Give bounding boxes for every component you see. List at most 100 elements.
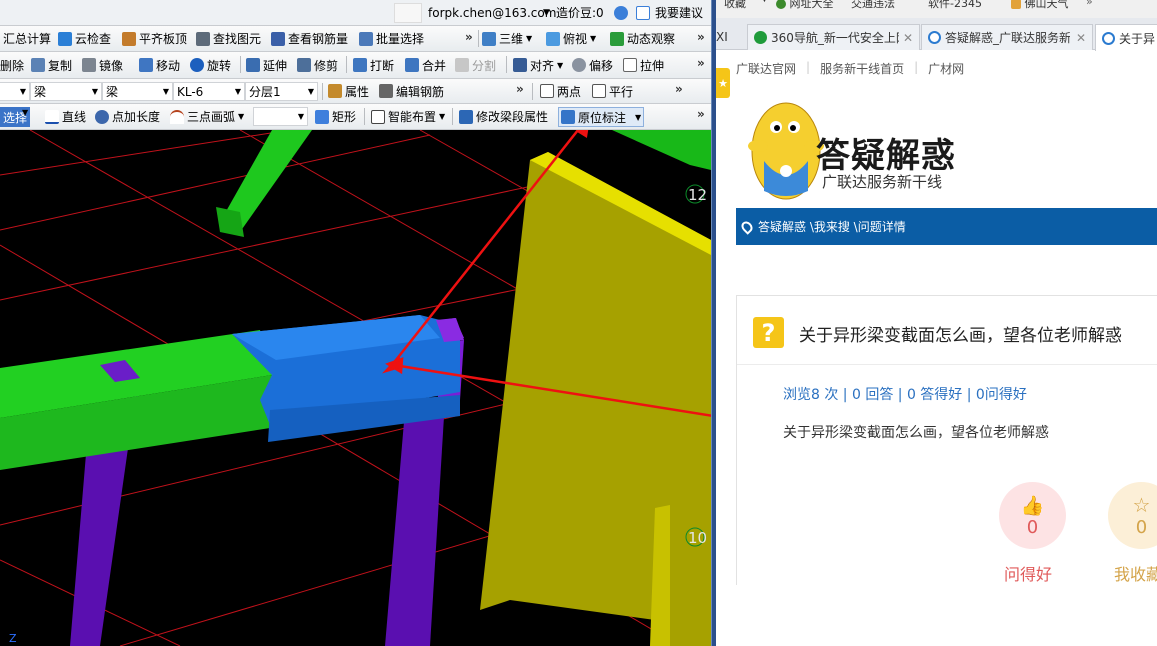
copy-button[interactable]: 复制 — [31, 52, 72, 78]
merge-icon — [405, 58, 419, 72]
tab-360-nav[interactable]: 360导航_新一代安全上网 ✕ — [747, 24, 920, 50]
tab-qa-service[interactable]: 答疑解惑_广联达服务新干 ✕ — [921, 24, 1093, 50]
view-rebar-button[interactable]: 查看钢筋量 — [271, 26, 348, 51]
3d-view-dropdown[interactable]: 三维 ▼ — [482, 26, 532, 51]
360-icon — [754, 31, 767, 44]
find-element-button[interactable]: 查找图元 — [196, 26, 261, 51]
merge-button[interactable]: 合并 — [405, 52, 446, 78]
stretch-button[interactable]: 拉伸 — [623, 52, 664, 78]
dynamic-observe-button[interactable]: 动态观察 — [610, 26, 675, 51]
question-stats: 浏览8 次 | 0 回答 | 0 答得好 | 0问得好 — [783, 387, 1027, 403]
two-points-button[interactable]: 两点 — [540, 79, 581, 103]
like-question-button[interactable]: 👍 0 — [999, 482, 1066, 549]
bookmark-software[interactable]: 软件-2345 — [928, 0, 982, 11]
toolbar-row-1: 汇总计算 云检查 平齐板顶 查找图元 查看钢筋量 批量选择 » 三维 ▼ 俯视 ▼ … — [0, 26, 711, 52]
breadcrumb[interactable]: 答疑解惑 \我来搜 \问题详情 — [758, 218, 906, 235]
bookmark-traffic[interactable]: 交通违法 — [851, 0, 895, 11]
three-point-arc-dropdown[interactable]: 三点画弧 ▼ — [170, 104, 244, 129]
category-dropdown[interactable]: 梁 ▼ — [30, 82, 102, 101]
split-button[interactable]: 分割 — [455, 52, 496, 78]
ie-icon — [928, 31, 941, 44]
in-situ-annotation-dropdown[interactable]: 原位标注 ▼ — [558, 107, 645, 127]
toolbar-more-chevron-2[interactable]: » — [697, 30, 705, 44]
smart-layout-dropdown[interactable]: 智能布置 ▼ — [371, 104, 445, 129]
extend-button[interactable]: 延伸 — [246, 52, 287, 78]
stretch-icon — [623, 58, 637, 72]
layer-dropdown[interactable]: 分层1 ▼ — [245, 82, 318, 101]
shape-dropdown[interactable]: ▼ — [253, 107, 308, 126]
parallel-icon — [592, 84, 606, 98]
cloud-check-button[interactable]: 云检查 — [58, 26, 111, 51]
like-label: 问得好 — [1004, 565, 1053, 584]
account-dropdown-icon[interactable]: ▼ — [543, 0, 550, 25]
account-email[interactable]: forpk.chen@163.com — [428, 0, 556, 25]
type-dropdown[interactable]: 梁 ▼ — [102, 82, 173, 101]
close-tab-icon[interactable]: ✕ — [1076, 31, 1086, 45]
logo-title: 答疑解惑 — [816, 136, 956, 176]
nav-service-home[interactable]: 服务新干线首页 — [820, 60, 904, 77]
favorites-star-icon[interactable]: ★ — [716, 68, 730, 98]
orbit-icon — [610, 31, 624, 46]
nav-material-net[interactable]: 广材网 — [928, 60, 964, 77]
align-slab-top-button[interactable]: 平齐板顶 — [122, 26, 187, 51]
offset-button[interactable]: 偏移 — [572, 52, 613, 78]
break-button[interactable]: 打断 — [353, 52, 394, 78]
bell-icon[interactable] — [614, 6, 628, 20]
move-button[interactable]: 移动 — [139, 52, 180, 78]
line-icon — [45, 109, 59, 124]
bookmark-site-nav[interactable]: 网址大全 — [776, 0, 834, 11]
toolbar-more-chevron-6[interactable]: » — [697, 107, 705, 121]
toolbar-more-chevron-5[interactable]: » — [675, 82, 683, 96]
component-dropdown[interactable]: KL-6 ▼ — [173, 82, 245, 101]
chat-icon[interactable] — [636, 6, 650, 20]
point-length-button[interactable]: 点加长度 — [95, 104, 160, 129]
toolbar-more-chevron-4[interactable]: » — [516, 82, 524, 96]
top-view-icon — [546, 31, 560, 46]
parallel-button[interactable]: 平行 — [592, 79, 633, 103]
tab-current-question[interactable]: 关于异 — [1095, 24, 1157, 51]
like-count: 0 — [1026, 516, 1039, 538]
breadcrumb-bar: 答疑解惑 \我来搜 \问题详情 — [736, 208, 1157, 245]
trim-button[interactable]: 修剪 — [297, 52, 338, 78]
toolbar-row-4: 选择 ▼ 直线 点加长度 三点画弧 ▼ ▼ 矩形 智能布置 ▼ 修改梁段属性 原位标… — [0, 104, 711, 130]
rotate-button[interactable]: 旋转 — [190, 52, 231, 78]
suggest-link[interactable]: 我要建议 — [655, 0, 703, 25]
align-dropdown[interactable]: 对齐 ▼ — [513, 52, 563, 78]
rectangle-button[interactable]: 矩形 — [315, 104, 356, 129]
mirror-button[interactable]: 镜像 — [82, 52, 123, 78]
line-button[interactable]: 直线 — [45, 104, 86, 129]
bookmark-weather[interactable]: 佛山天气 — [1011, 0, 1069, 11]
bookmarks-bar: 收藏 ▼ 网址大全 交通违法 软件-2345 佛山天气 » — [716, 0, 1157, 18]
bookmark-favorites[interactable]: 收藏 — [724, 0, 746, 11]
cost-beans: 造价豆:0 — [556, 6, 604, 20]
floor-dropdown[interactable]: ▼ — [0, 82, 30, 101]
tab-partial[interactable]: XI — [716, 24, 740, 50]
properties-button[interactable]: 属性 — [328, 79, 369, 103]
modify-beam-icon — [459, 109, 473, 124]
nav-glodon-official[interactable]: 广联达官网 — [736, 60, 796, 77]
site-nav-icon — [776, 0, 786, 9]
favorite-count: 0 — [1135, 517, 1148, 538]
arc-icon — [170, 109, 184, 124]
question-mark-icon: ? — [753, 317, 784, 348]
favorite-button[interactable]: ☆ 0 — [1108, 482, 1157, 549]
delete-button[interactable]: 删除 — [0, 52, 24, 78]
3d-viewport[interactable]: 12 10 Z — [0, 130, 711, 646]
mirror-icon — [82, 58, 96, 72]
site-banner: 答疑解惑 广联达服务新干线 — [736, 86, 1157, 208]
toolbar-more-chevron[interactable]: » — [465, 30, 473, 44]
edit-rebar-icon — [379, 84, 393, 98]
top-view-dropdown[interactable]: 俯视 ▼ — [546, 26, 596, 51]
point-length-icon — [95, 109, 109, 124]
modify-beam-attr-button[interactable]: 修改梁段属性 — [459, 104, 548, 129]
summary-calc-button[interactable]: 汇总计算 — [3, 26, 51, 51]
edit-rebar-button[interactable]: 编辑钢筋 — [379, 79, 444, 103]
site-top-nav: 广联达官网 | 服务新干线首页 | 广材网 — [736, 60, 965, 77]
close-tab-icon[interactable]: ✕ — [903, 31, 913, 45]
toolbar-more-chevron-3[interactable]: » — [697, 56, 705, 70]
bookmarks-more[interactable]: » — [1086, 0, 1093, 8]
cloud-check-icon — [58, 31, 72, 46]
batch-select-button[interactable]: 批量选择 — [359, 26, 424, 51]
question-panel: ? 关于异形梁变截面怎么画，望各位老师解惑 浏览8 次 | 0 回答 | 0 答… — [736, 295, 1157, 585]
ie-icon — [1102, 31, 1115, 45]
